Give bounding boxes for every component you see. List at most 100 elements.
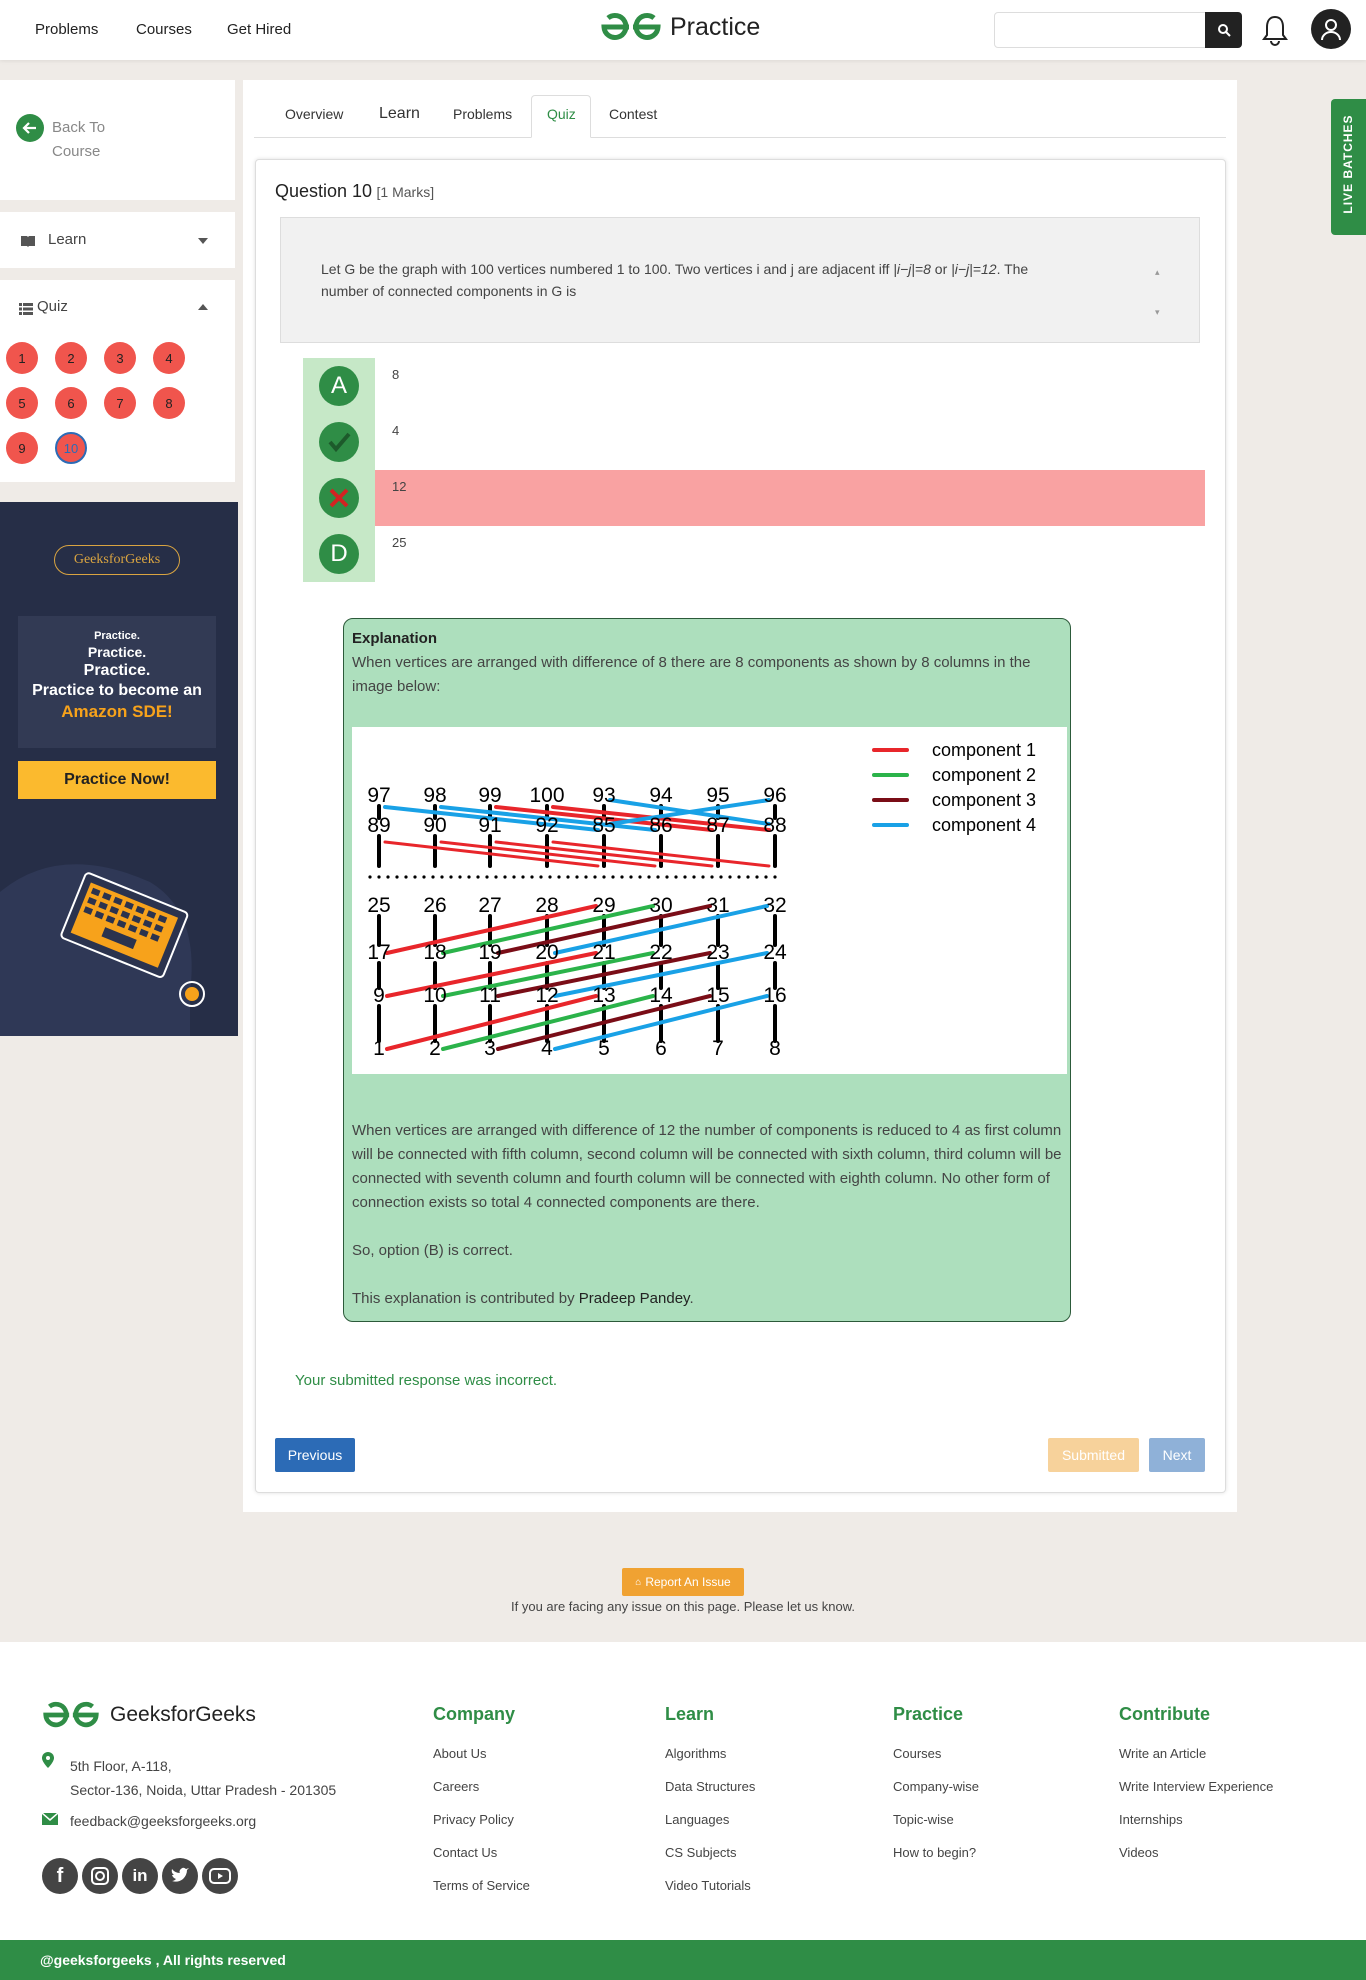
vertex-label: 100 xyxy=(529,784,564,807)
quiz-question-2[interactable]: 2 xyxy=(55,342,87,374)
footer-email[interactable]: feedback@geeksforgeeks.org xyxy=(70,1813,256,1829)
next-button[interactable]: Next xyxy=(1149,1438,1205,1472)
tab-contest[interactable]: Contest xyxy=(609,106,657,122)
footer-link[interactable]: Topic-wise xyxy=(893,1812,954,1827)
scroll-arrows[interactable]: ▴ ▾ xyxy=(1155,252,1160,332)
status-message: Your submitted response was incorrect. xyxy=(295,1372,558,1389)
option-c-text[interactable]: 12 xyxy=(392,479,406,494)
footer-link[interactable]: Algorithms xyxy=(665,1746,726,1761)
linkedin-icon[interactable]: in xyxy=(122,1858,158,1894)
learn-label: Learn xyxy=(48,231,87,248)
twitter-icon[interactable] xyxy=(162,1858,198,1894)
ellipsis-dot xyxy=(395,875,399,879)
footer-address: 5th Floor, A-118, Sector-136, Noida, Utt… xyxy=(70,1758,337,1798)
tab-problems[interactable]: Problems xyxy=(453,106,512,122)
tab-quiz[interactable]: Quiz xyxy=(547,106,576,122)
vertex-label: 12 xyxy=(535,984,558,1007)
footer-link[interactable]: Videos xyxy=(1119,1845,1159,1860)
quiz-question-10[interactable]: 10 xyxy=(55,432,87,464)
vertex-label: 88 xyxy=(763,814,786,837)
quiz-question-9[interactable]: 9 xyxy=(6,432,38,464)
quiz-question-6[interactable]: 6 xyxy=(55,387,87,419)
footer-link[interactable]: About Us xyxy=(433,1746,486,1761)
quiz-question-5[interactable]: 5 xyxy=(6,387,38,419)
gfg-logo-icon xyxy=(43,1701,99,1728)
option-a-text[interactable]: 8 xyxy=(392,367,399,382)
book-icon xyxy=(20,234,36,252)
brand-name: Practice xyxy=(670,12,761,41)
question-text: Let G be the graph with 100 vertices num… xyxy=(321,261,1029,299)
chevron-down-icon xyxy=(198,238,208,244)
practice-logo[interactable]: Practice xyxy=(600,12,760,42)
notification-bell-icon[interactable] xyxy=(1260,14,1290,51)
option-b-text[interactable]: 4 xyxy=(392,423,399,438)
ellipsis-dot xyxy=(719,875,723,879)
search-button[interactable] xyxy=(1205,12,1242,48)
vertex-label: 9 xyxy=(373,984,385,1007)
vertex-label: 2 xyxy=(429,1037,441,1060)
ellipsis-dot xyxy=(674,875,678,879)
youtube-icon[interactable] xyxy=(202,1858,238,1894)
quiz-question-7[interactable]: 7 xyxy=(104,387,136,419)
footer-link[interactable]: CS Subjects xyxy=(665,1845,737,1860)
submitted-button[interactable]: Submitted xyxy=(1048,1438,1139,1472)
footer-link[interactable]: Contact Us xyxy=(433,1845,497,1860)
footer-link[interactable]: Video Tutorials xyxy=(665,1878,751,1893)
learn-accordion[interactable]: Learn xyxy=(0,212,235,268)
nav-problems[interactable]: Problems xyxy=(35,21,98,38)
footer-logo[interactable]: GeeksforGeeks xyxy=(42,1700,256,1730)
user-avatar-icon[interactable] xyxy=(1311,9,1351,49)
footer-link[interactable]: Write Interview Experience xyxy=(1119,1779,1273,1794)
option-d-text[interactable]: 25 xyxy=(392,535,406,550)
vertex-label: 5 xyxy=(598,1037,610,1060)
vertex-label: 86 xyxy=(649,814,672,837)
footer-link[interactable]: Internships xyxy=(1119,1812,1183,1827)
facebook-icon[interactable]: f xyxy=(42,1858,78,1894)
vertex-label: 3 xyxy=(484,1037,496,1060)
back-arrow-icon xyxy=(16,114,44,142)
ellipsis-dot xyxy=(485,875,489,879)
footer-link[interactable]: Company-wise xyxy=(893,1779,979,1794)
instagram-icon[interactable] xyxy=(82,1858,118,1894)
quiz-question-8[interactable]: 8 xyxy=(153,387,185,419)
footer-link[interactable]: Terms of Service xyxy=(433,1878,530,1893)
option-d[interactable]: D xyxy=(303,526,375,582)
option-b[interactable] xyxy=(303,414,375,470)
footer-heading-company: Company xyxy=(433,1704,516,1724)
vertex-label: 14 xyxy=(649,984,673,1007)
back-to-course-card[interactable]: Back To Course xyxy=(0,80,235,200)
search-input[interactable] xyxy=(994,12,1206,48)
live-batches-tab[interactable]: LIVE BATCHES xyxy=(1331,99,1366,235)
vertex-label: 7 xyxy=(712,1037,724,1060)
quiz-question-4[interactable]: 4 xyxy=(153,342,185,374)
footer-link[interactable]: Careers xyxy=(433,1779,479,1794)
question-text-box: Let G be the graph with 100 vertices num… xyxy=(280,217,1200,343)
ellipsis-dot xyxy=(602,875,606,879)
ellipsis-dot xyxy=(593,875,597,879)
nav-courses[interactable]: Courses xyxy=(136,21,192,38)
footer-link[interactable]: Privacy Policy xyxy=(433,1812,514,1827)
practice-now-button[interactable]: Practice Now! xyxy=(18,761,216,799)
tab-overview[interactable]: Overview xyxy=(285,106,343,122)
option-c[interactable] xyxy=(303,470,375,526)
chevron-up-icon[interactable] xyxy=(198,304,208,310)
ellipsis-dot xyxy=(530,875,534,879)
contributor-link[interactable]: Pradeep Pandey xyxy=(579,1290,690,1307)
footer-link[interactable]: Write an Article xyxy=(1119,1746,1206,1761)
footer-link[interactable]: Languages xyxy=(665,1812,729,1827)
footer-link[interactable]: Courses xyxy=(893,1746,941,1761)
quiz-question-1[interactable]: 1 xyxy=(6,342,38,374)
promo-banner[interactable]: GeeksforGeeks Practice. Practice. Practi… xyxy=(0,502,238,1036)
vertex-label: 93 xyxy=(592,784,615,807)
nav-get-hired[interactable]: Get Hired xyxy=(227,21,291,38)
quiz-question-3[interactable]: 3 xyxy=(104,342,136,374)
footer-link[interactable]: Data Structures xyxy=(665,1779,755,1794)
footer-link[interactable]: How to begin? xyxy=(893,1845,976,1860)
tab-learn[interactable]: Learn xyxy=(379,105,420,123)
previous-button[interactable]: Previous xyxy=(275,1438,355,1472)
vertex-label: 97 xyxy=(367,784,390,807)
vertex-label: 94 xyxy=(649,784,673,807)
option-a[interactable]: A xyxy=(303,358,375,414)
question-title: Question 10 [1 Marks] xyxy=(275,181,435,201)
report-issue-button[interactable]: ⌂ Report An Issue xyxy=(622,1568,744,1596)
